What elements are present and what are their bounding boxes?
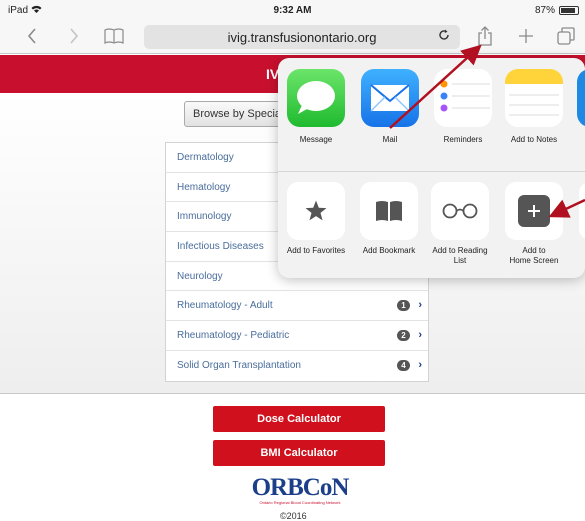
plus-icon xyxy=(505,182,563,240)
url-text: ivig.transfusionontario.org xyxy=(227,29,377,45)
chevron-left-icon xyxy=(27,28,36,44)
bmi-calculator-button[interactable]: BMI Calculator xyxy=(213,440,385,466)
app-icon xyxy=(577,69,585,127)
action-add-to-home-screen[interactable]: Add to Home Screen xyxy=(498,182,570,266)
star-icon xyxy=(287,182,345,240)
share-app-notes[interactable]: Add to Notes xyxy=(502,69,566,144)
reload-button[interactable] xyxy=(438,29,450,44)
count-badge: 4 xyxy=(397,359,410,371)
status-time: 9:32 AM xyxy=(273,5,312,16)
battery-percent: 87% xyxy=(534,5,555,16)
message-icon xyxy=(287,69,345,127)
orbcon-logo: ORBCoN Ontario Regional Blood Coordinati… xyxy=(240,474,360,505)
specialty-label: Immunology xyxy=(177,211,232,223)
back-button[interactable] xyxy=(22,24,42,48)
specialty-label: Rheumatology - Adult xyxy=(177,300,273,312)
action-label: Add to Favorites xyxy=(280,246,352,256)
chevron-right-icon: › xyxy=(418,358,422,371)
action-label: Add Bookmark xyxy=(353,246,425,256)
forward-button[interactable] xyxy=(64,24,84,48)
specialty-label: Rheumatology - Pediatric xyxy=(177,329,290,341)
status-bar: iPad 9:32 AM 87% xyxy=(0,0,585,20)
specialty-label: Hematology xyxy=(177,181,231,193)
new-tab-button[interactable] xyxy=(515,24,537,48)
action-label: Add to Home Screen xyxy=(498,246,570,266)
glasses-icon xyxy=(431,182,489,240)
logo-wordmark: ORBCoN xyxy=(251,474,350,501)
share-app-label: Mail xyxy=(382,135,398,144)
specialty-label: Neurology xyxy=(177,270,223,282)
copyright: ©2016 xyxy=(280,511,307,521)
specialty-label: Solid Organ Transplantation xyxy=(177,360,301,372)
share-sheet: Message Mail Reminders Add to Notes Add … xyxy=(278,58,585,278)
action-label-line: List xyxy=(453,256,467,265)
reminders-icon xyxy=(434,69,492,127)
address-bar[interactable]: ivig.transfusionontario.org xyxy=(144,25,460,49)
share-app-label: Reminders xyxy=(443,135,483,144)
share-app-label: Add to Notes xyxy=(510,135,558,144)
action-label-line: Add to Favorites xyxy=(286,246,346,255)
share-app-partial[interactable] xyxy=(574,69,585,127)
tabs-button[interactable] xyxy=(555,24,577,48)
share-divider xyxy=(278,171,585,172)
action-add-to-reading-list[interactable]: Add to Reading List xyxy=(424,182,496,266)
book-icon xyxy=(104,28,124,44)
action-icon xyxy=(579,182,585,240)
notes-icon xyxy=(505,69,563,127)
share-button[interactable] xyxy=(474,24,496,48)
specialty-label: Infectious Diseases xyxy=(177,240,264,252)
share-app-reminders[interactable]: Reminders xyxy=(431,69,495,144)
action-label: Add to Reading List xyxy=(424,246,496,266)
dose-calculator-button[interactable]: Dose Calculator xyxy=(213,406,385,432)
book-icon xyxy=(360,182,418,240)
share-icon xyxy=(478,26,492,46)
chevron-right-icon xyxy=(70,28,79,44)
specialty-item[interactable]: Solid Organ Transplantation 4 › xyxy=(166,351,428,381)
bookmarks-button[interactable] xyxy=(102,24,126,48)
share-app-message[interactable]: Message xyxy=(284,69,348,144)
battery-icon xyxy=(559,6,579,15)
action-label-line: Home Screen xyxy=(509,256,559,265)
action-partial[interactable] xyxy=(572,182,585,240)
mail-icon xyxy=(361,69,419,127)
status-right: 87% xyxy=(535,5,579,16)
plus-icon xyxy=(519,29,533,43)
action-label-line: Add to xyxy=(522,246,546,255)
browser-toolbar: ivig.transfusionontario.org xyxy=(0,20,585,54)
specialty-item[interactable]: Rheumatology - Adult 1 › xyxy=(166,291,428,322)
chevron-right-icon: › xyxy=(418,299,422,312)
share-app-label: Message xyxy=(299,135,333,144)
action-add-to-favorites[interactable]: Add to Favorites xyxy=(280,182,352,256)
count-badge: 1 xyxy=(397,300,410,312)
count-badge: 2 xyxy=(397,330,410,342)
divider xyxy=(0,393,585,394)
action-label-line: Add to Reading xyxy=(432,246,488,255)
specialty-item[interactable]: Rheumatology - Pediatric 2 › xyxy=(166,321,428,351)
specialty-label: Dermatology xyxy=(177,151,234,163)
action-add-bookmark[interactable]: Add Bookmark xyxy=(353,182,425,256)
share-app-mail[interactable]: Mail xyxy=(358,69,422,144)
chevron-right-icon: › xyxy=(418,329,422,342)
tabs-icon xyxy=(557,27,575,45)
reload-icon xyxy=(439,29,449,40)
action-label-line: Add Bookmark xyxy=(362,246,416,255)
